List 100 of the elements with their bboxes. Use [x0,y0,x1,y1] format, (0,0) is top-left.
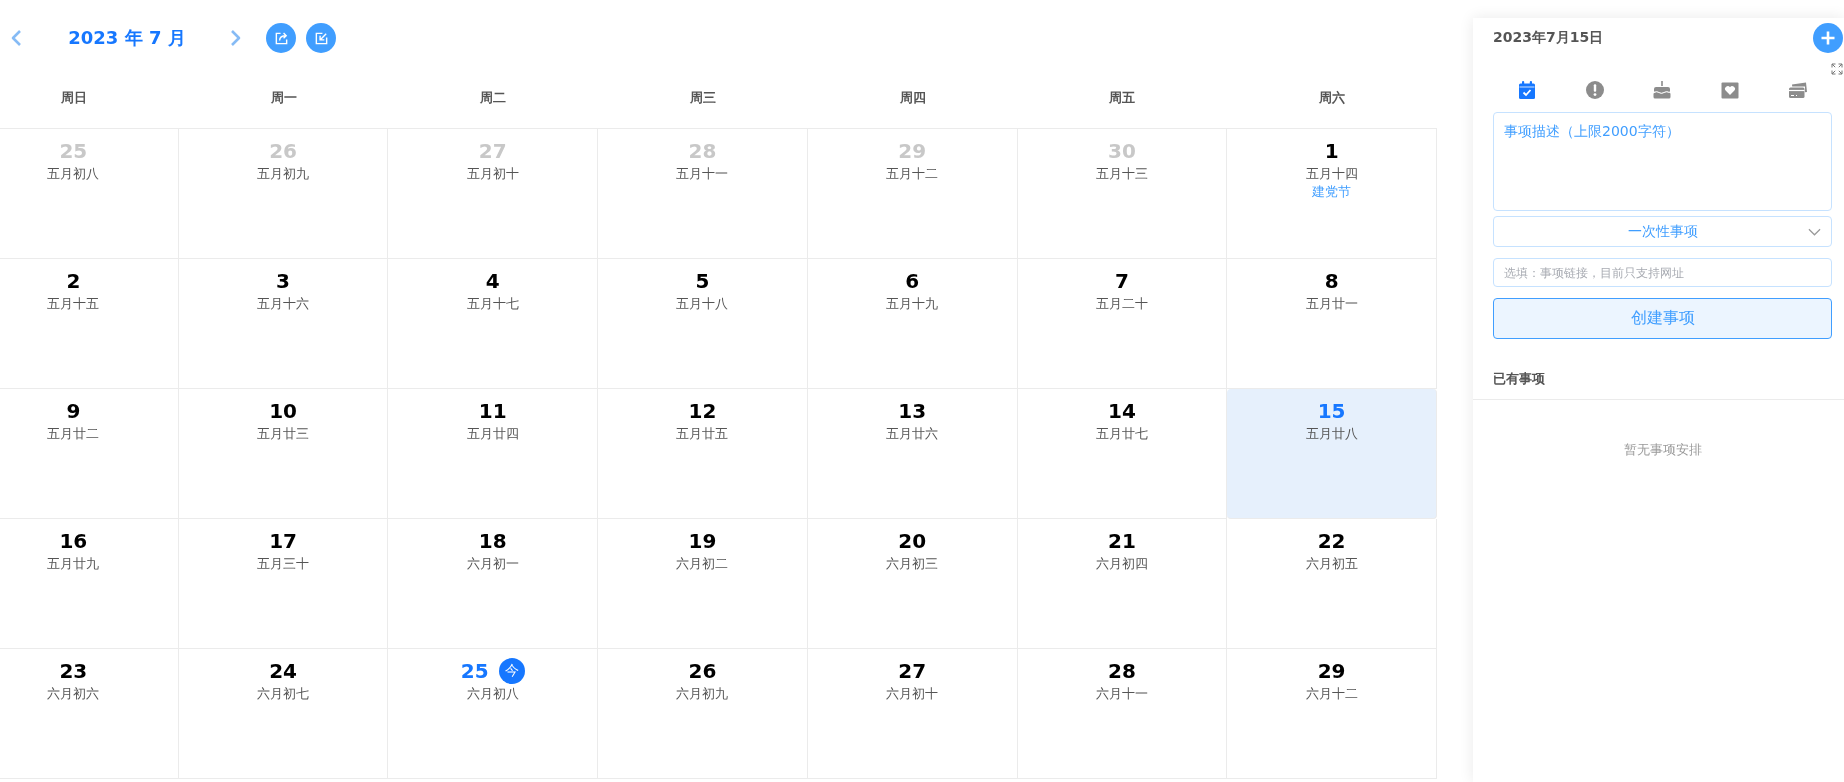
lunar-date: 五月十八 [676,295,729,313]
box-arrow-in-icon [313,30,329,46]
day-number: 9 [66,399,81,423]
day-number: 20 [898,529,927,553]
lunar-date: 五月二十 [1095,295,1148,313]
empty-message: 暂无事项安排 [1623,442,1702,457]
day-cell[interactable]: 23 六月初六 [0,649,179,779]
cake-icon[interactable] [1652,80,1673,100]
day-number: 12 [688,399,717,423]
day-number: 1 [1324,139,1339,163]
lunar-date: 六月初三 [886,555,939,573]
weekday-label: 周二 [480,89,507,107]
calendar-check-icon[interactable] [1516,80,1537,100]
day-number: 24 [269,659,297,683]
day-number: 10 [269,399,297,423]
section-title: 已有事项 [1493,371,1545,386]
expand-icon[interactable] [1831,63,1843,75]
lunar-date: 五月十四 [1305,165,1358,183]
day-number: 15 [1317,399,1346,423]
lunar-date: 五月廿六 [886,425,939,443]
day-cell[interactable]: 1 五月十四 建党节 [1227,129,1437,259]
day-number: 22 [1317,529,1346,553]
day-cell[interactable]: 28 六月十一 [1017,649,1228,779]
day-number: 19 [688,529,717,553]
lunar-date: 五月十六 [257,295,310,313]
lunar-date: 六月十二 [1305,685,1358,703]
weekday-label: 周日 [60,89,87,107]
day-number: 6 [905,269,920,293]
day-cell[interactable]: 21 六月初四 [1017,519,1228,649]
day-cell[interactable]: 19 六月初二 [598,519,808,649]
day-cell[interactable]: 22 六月初五 [1227,519,1437,649]
day-cell[interactable]: 4 五月十七 [388,259,599,389]
lunar-date: 六月初七 [257,685,310,703]
day-cell[interactable]: 2 五月十五 [0,259,179,389]
lunar-date: 六月初一 [466,555,519,573]
day-cell[interactable]: 29 六月十二 [1227,649,1437,779]
lunar-date: 五月廿八 [1305,425,1358,443]
export-button[interactable] [266,23,296,53]
day-cell[interactable]: 10 五月廿三 [178,389,389,519]
day-cell[interactable]: 12 五月廿五 [598,389,808,519]
lunar-date: 五月廿九 [47,555,100,573]
day-cell[interactable]: 24 六月初七 [178,649,389,779]
lunar-date: 五月廿四 [466,425,519,443]
heart-card-icon[interactable] [1720,80,1741,100]
lunar-date: 五月十三 [1095,165,1148,183]
link-field[interactable]: 选填：事项链接，目前只支持网址 [1493,258,1832,287]
day-cell[interactable]: 15 五月廿八 [1227,389,1437,519]
day-cell[interactable]: 26 六月初九 [598,649,808,779]
lunar-date: 五月初十 [466,165,519,183]
exclamation-circle-icon[interactable] [1584,80,1605,100]
weekday-label: 周一 [270,89,297,107]
day-number: 23 [59,659,88,683]
weekday-label: 周六 [1319,89,1346,107]
lunar-date: 六月初六 [47,685,100,703]
selected-date: 2023年7月15日 [1493,29,1604,47]
lunar-date: 五月十九 [886,295,939,313]
lunar-date: 六月初十 [886,685,939,703]
day-cell[interactable]: 7 五月二十 [1017,259,1228,389]
day-number: 4 [485,269,500,293]
month-title: 2023 年 7 月 [68,26,186,50]
day-number: 21 [1108,529,1136,553]
day-cell[interactable]: 3 五月十六 [178,259,389,389]
day-number: 17 [269,529,297,553]
add-button[interactable] [1813,23,1843,53]
today-badge: 今 [498,658,525,684]
day-cell[interactable]: 17 五月三十 [178,519,389,649]
weekday-label: 周三 [690,89,716,107]
day-number: 3 [276,269,290,293]
day-cell[interactable]: 27 六月初十 [807,649,1018,779]
day-cell[interactable]: 5 五月十八 [598,259,808,389]
day-number: 5 [695,269,710,293]
day-cell[interactable]: 6 五月十九 [807,259,1018,389]
day-cell[interactable]: 20 六月初三 [807,519,1018,649]
description-field[interactable]: 事项描述（上限2000字符） [1493,112,1832,211]
chevron-down-icon [1808,227,1821,236]
day-cell[interactable]: 13 五月廿六 [807,389,1018,519]
lunar-date: 五月廿二 [47,425,100,443]
chevron-right-icon[interactable] [230,30,242,46]
lunar-date: 五月十一 [676,165,729,183]
lunar-date: 五月廿七 [1095,425,1148,443]
day-cell[interactable]: 9 五月廿二 [0,389,179,519]
lunar-date: 五月十二 [886,165,939,183]
lunar-date: 五月廿一 [1305,295,1358,313]
import-button[interactable] [306,23,336,53]
day-number: 18 [478,529,507,553]
chevron-left-icon[interactable] [10,30,22,46]
day-number: 13 [898,399,927,423]
lunar-date: 六月初四 [1095,555,1148,573]
day-cell[interactable]: 16 五月廿九 [0,519,179,649]
lunar-date: 五月三十 [257,555,310,573]
day-cell[interactable]: 25 今 六月初八 [388,649,599,779]
plus-icon [1820,30,1836,46]
lunar-date: 五月初八 [47,165,100,183]
cards-icon[interactable] [1788,80,1809,100]
day-cell[interactable]: 18 六月初一 [388,519,599,649]
day-number: 7 [1114,269,1129,293]
lunar-date: 六月初二 [676,555,729,573]
weekday-label: 周五 [1109,89,1136,107]
day-cell[interactable]: 11 五月廿四 [388,389,599,519]
lunar-date: 五月十七 [466,295,519,313]
